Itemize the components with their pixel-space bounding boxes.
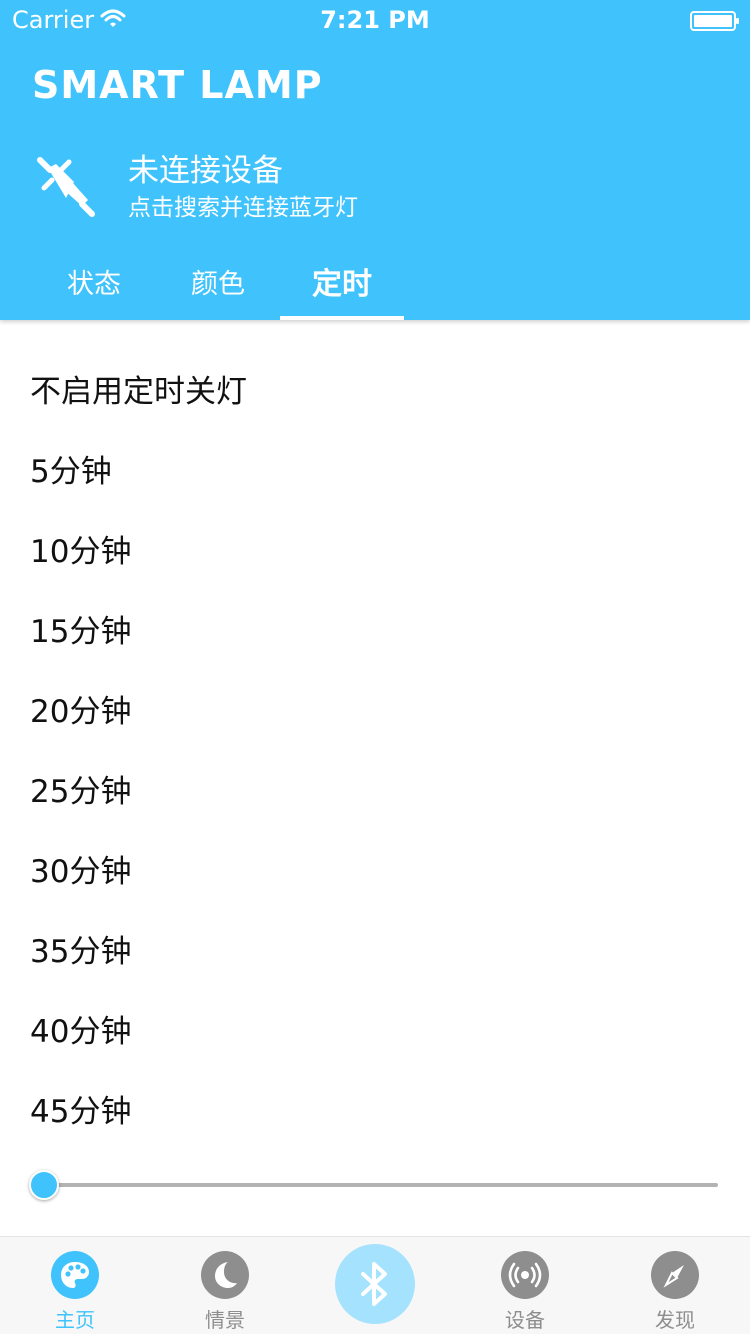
palette-icon (51, 1251, 99, 1299)
app-screen: Carrier 7:21 PM SMART LAMP 未连接设备 点击搜索并连接… (0, 0, 750, 1334)
connection-status-subtitle[interactable]: 点击搜索并连接蓝牙灯 (128, 193, 358, 223)
status-time: 7:21 PM (320, 6, 430, 34)
nav-label-home: 主页 (55, 1308, 95, 1332)
timer-option-35[interactable]: 35分钟 (30, 927, 131, 977)
bluetooth-icon (361, 1262, 387, 1306)
timer-option-off[interactable]: 不启用定时关灯 (30, 367, 247, 417)
nav-label-scene: 情景 (205, 1308, 245, 1332)
tab-timer[interactable]: 定时 (280, 262, 404, 308)
timer-slider-track[interactable] (44, 1183, 718, 1187)
timer-option-15[interactable]: 15分钟 (30, 607, 131, 657)
app-title: SMART LAMP (32, 63, 323, 107)
nav-item-scene[interactable]: 情景 (150, 1237, 300, 1334)
nav-item-discover[interactable]: 发现 (600, 1237, 750, 1334)
timer-slider-thumb[interactable] (29, 1170, 59, 1200)
tab-status[interactable]: 状态 (32, 262, 156, 308)
nav-label-discover: 发现 (655, 1308, 695, 1332)
bluetooth-button[interactable] (335, 1244, 415, 1324)
connection-status-title[interactable]: 未连接设备 (128, 152, 283, 190)
timer-option-25[interactable]: 25分钟 (30, 767, 131, 817)
tab-color[interactable]: 颜色 (156, 262, 280, 308)
battery-icon (690, 11, 739, 31)
active-tab-indicator (280, 316, 404, 320)
timer-option-10[interactable]: 10分钟 (30, 527, 131, 577)
moon-icon (201, 1251, 249, 1299)
compass-icon (651, 1251, 699, 1299)
app-header: Carrier 7:21 PM SMART LAMP 未连接设备 点击搜索并连接… (0, 0, 750, 320)
nav-item-device[interactable]: 设备 (450, 1237, 600, 1334)
timer-option-20[interactable]: 20分钟 (30, 687, 131, 737)
nav-label-device: 设备 (505, 1308, 545, 1332)
timer-option-30[interactable]: 30分钟 (30, 847, 131, 897)
timer-option-5[interactable]: 5分钟 (30, 447, 112, 497)
broadcast-icon (501, 1251, 549, 1299)
status-bar: Carrier 7:21 PM (0, 0, 750, 40)
nav-item-home[interactable]: 主页 (0, 1237, 150, 1334)
plug-icon[interactable] (36, 156, 96, 218)
timer-option-40[interactable]: 40分钟 (30, 1007, 131, 1057)
timer-option-45[interactable]: 45分钟 (30, 1087, 131, 1137)
